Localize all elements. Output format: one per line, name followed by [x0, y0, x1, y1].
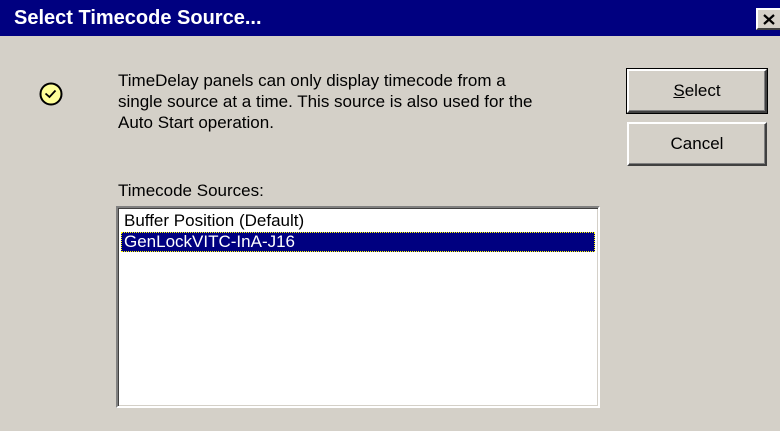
info-message-line: single source at a time. This source is …	[118, 92, 533, 111]
select-timecode-source-dialog: Select Timecode Source... TimeDelay pane…	[0, 0, 780, 431]
select-button[interactable]: Select	[626, 68, 768, 114]
timecode-sources-listbox[interactable]: Buffer Position (Default) GenLockVITC-In…	[116, 206, 600, 408]
close-button[interactable]	[756, 8, 780, 30]
info-message-line: Auto Start operation.	[118, 113, 274, 132]
timecode-sources-label: Timecode Sources:	[118, 181, 264, 200]
select-button-label: elect	[684, 81, 721, 100]
close-icon	[763, 14, 775, 25]
dialog-title: Select Timecode Source...	[14, 7, 262, 29]
list-item-genlock-vitc[interactable]: GenLockVITC-InA-J16	[121, 232, 595, 252]
cancel-button-label: Cancel	[670, 134, 724, 153]
select-button-accelerator: S	[673, 81, 685, 100]
clock-icon	[39, 82, 63, 106]
cancel-button[interactable]: Cancel	[627, 122, 767, 166]
title-bar[interactable]: Select Timecode Source...	[0, 0, 780, 36]
info-message: TimeDelay panels can only display timeco…	[118, 70, 608, 133]
info-message-line: TimeDelay panels can only display timeco…	[118, 71, 506, 90]
list-item-buffer-position[interactable]: Buffer Position (Default)	[121, 211, 595, 231]
